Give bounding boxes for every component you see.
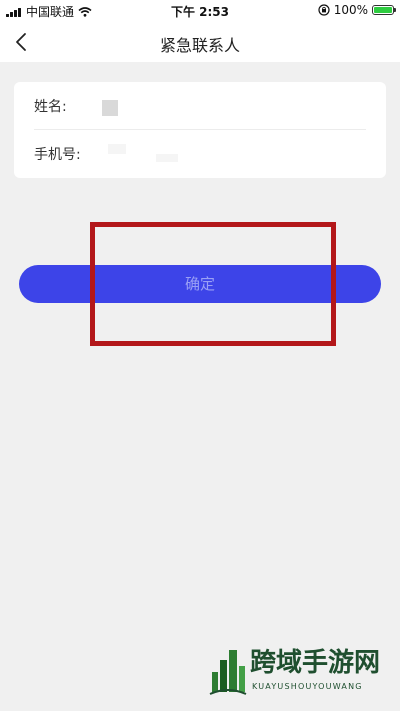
watermark: 跨域手游网 KUAYUSHOUYOUWANG: [208, 638, 394, 704]
name-row: 姓名:: [34, 82, 366, 130]
watermark-english-text: KUAYUSHOUYOUWANG: [252, 682, 363, 691]
highlight-box: [90, 222, 336, 346]
orientation-lock-icon: [318, 4, 334, 16]
name-input[interactable]: [102, 100, 118, 116]
page-title: 紧急联系人: [159, 36, 240, 55]
status-bar: 中国联通 下午 2:53 100%: [0, 0, 400, 22]
nav-bar: 紧急联系人: [0, 22, 400, 62]
phone-label: 手机号:: [34, 147, 81, 163]
watermark-chinese-text: 跨域手游网: [250, 648, 381, 678]
name-label: 姓名:: [34, 99, 67, 115]
phone-input[interactable]: [102, 144, 222, 164]
contact-form-card: 姓名: 手机号:: [14, 82, 386, 178]
watermark-logo: [208, 642, 248, 700]
phone-row: 手机号:: [34, 130, 366, 178]
status-right: 100%: [318, 3, 396, 17]
battery-icon: [372, 5, 396, 15]
battery-percentage: 100%: [333, 3, 368, 17]
